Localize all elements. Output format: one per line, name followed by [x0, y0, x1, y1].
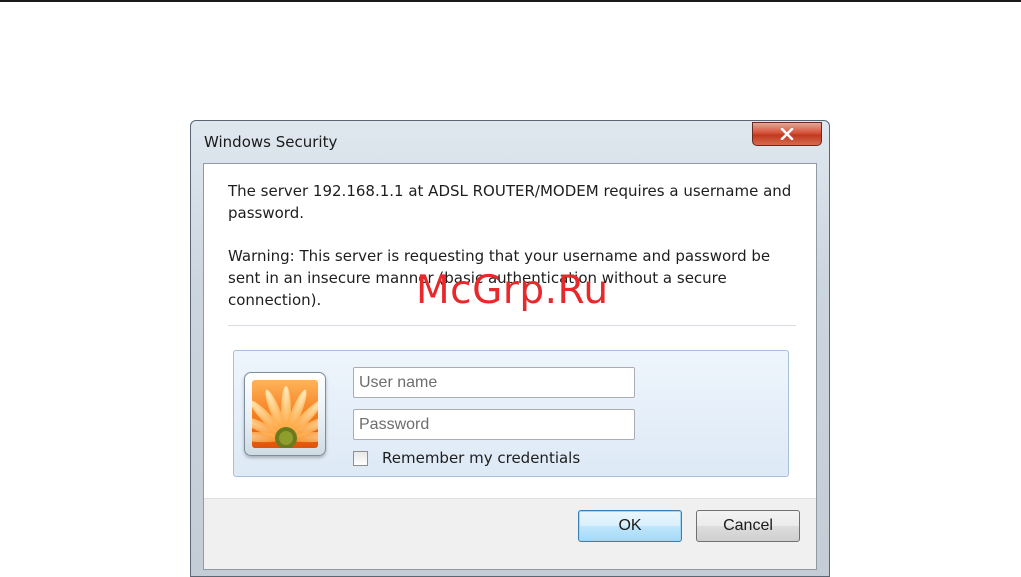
- username-field[interactable]: [353, 367, 635, 398]
- warning-message-line: Warning: This server is requesting that …: [228, 247, 771, 265]
- close-button[interactable]: [752, 122, 822, 146]
- title-bar[interactable]: Windows Security: [191, 121, 829, 163]
- server-message: The server 192.168.1.1 at ADSL ROUTER/MO…: [228, 180, 803, 224]
- cancel-button[interactable]: Cancel: [696, 510, 800, 542]
- dialog-content: The server 192.168.1.1 at ADSL ROUTER/MO…: [203, 163, 817, 570]
- separator: [228, 325, 796, 326]
- server-message-line: password.: [228, 204, 304, 222]
- warning-message: Warning: This server is requesting that …: [228, 245, 803, 311]
- warning-message-line: connection).: [228, 291, 322, 309]
- close-icon: [780, 128, 794, 140]
- remember-credentials[interactable]: Remember my credentials: [353, 448, 580, 468]
- password-field[interactable]: [353, 409, 635, 440]
- credential-panel: Remember my credentials: [233, 350, 789, 477]
- ok-button[interactable]: OK: [578, 510, 682, 542]
- remember-label[interactable]: Remember my credentials: [382, 449, 580, 467]
- flower-user-tile-icon: [252, 380, 318, 448]
- user-tile: [244, 372, 326, 456]
- server-message-line: The server 192.168.1.1 at ADSL ROUTER/MO…: [228, 182, 792, 200]
- dialog-title: Windows Security: [204, 133, 338, 151]
- windows-security-dialog: Windows Security The server 192.168.1.1 …: [190, 120, 830, 577]
- remember-checkbox[interactable]: [353, 450, 368, 466]
- top-rule: [0, 0, 1021, 2]
- button-bar: OK Cancel: [204, 498, 816, 569]
- warning-message-line: sent in an insecure manner (basic authen…: [228, 269, 727, 287]
